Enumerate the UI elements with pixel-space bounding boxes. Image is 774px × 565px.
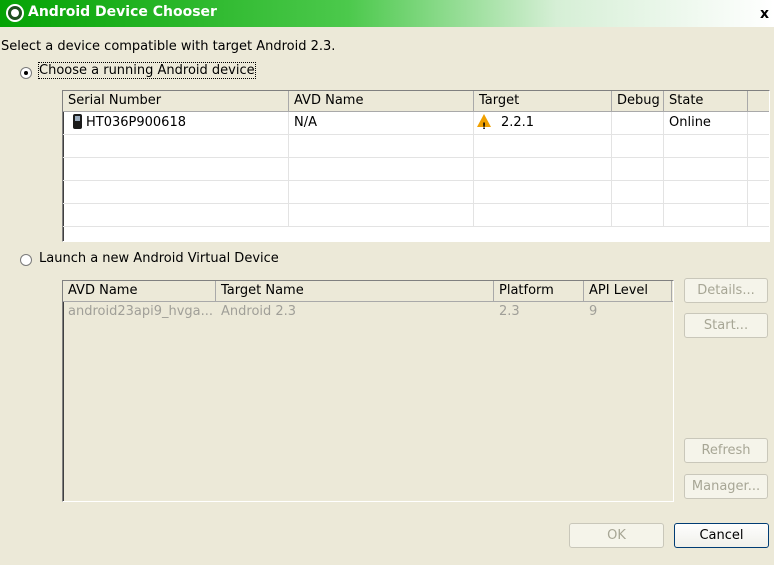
column-header[interactable]: Debug	[612, 91, 664, 111]
platform-cell: 2.3	[499, 304, 520, 319]
column-header[interactable]: State	[664, 91, 748, 111]
debug-cell	[612, 112, 664, 134]
table-header: Serial Number AVD Name Target Debug Stat…	[63, 91, 769, 112]
gear-icon	[6, 4, 24, 22]
intro-text: Select a device compatible with target A…	[1, 39, 336, 54]
table-row[interactable]: HT036P900618 N/A 2.2.1 Online	[63, 112, 769, 138]
avd-name-cell: android23api9_hvga...	[68, 304, 214, 319]
refresh-button[interactable]: Refresh	[684, 438, 768, 463]
avd-name-cell: N/A	[289, 112, 474, 134]
details-button[interactable]: Details...	[684, 278, 768, 303]
table-header: AVD Name Target Name Platform API Level	[63, 281, 673, 302]
target-cell: 2.2.1	[474, 112, 612, 138]
column-header[interactable]: Serial Number	[63, 91, 289, 111]
warning-icon	[477, 114, 491, 138]
ok-button[interactable]: OK	[569, 523, 664, 548]
launch-avd-radio-label[interactable]: Launch a new Android Virtual Device	[39, 251, 279, 266]
phone-icon	[73, 114, 82, 129]
state-cell: Online	[664, 112, 748, 134]
column-header[interactable]: API Level	[584, 281, 672, 301]
running-devices-table: Serial Number AVD Name Target Debug Stat…	[62, 90, 770, 242]
running-device-radio-label[interactable]: Choose a running Android device	[38, 62, 256, 79]
table-row	[63, 135, 769, 158]
table-row	[63, 181, 769, 204]
launch-avd-radio[interactable]	[20, 254, 32, 266]
column-header[interactable]: Target Name	[216, 281, 494, 301]
table-row[interactable]: android23api9_hvga... Android 2.3 2.3 9	[63, 301, 673, 323]
target-version: 2.2.1	[501, 115, 535, 130]
target-name-cell: Android 2.3	[221, 304, 297, 319]
serial-cell: HT036P900618	[63, 112, 289, 134]
avd-table: AVD Name Target Name Platform API Level …	[62, 280, 674, 502]
window-title: Android Device Chooser	[28, 4, 217, 20]
table-row	[63, 204, 769, 227]
cancel-button[interactable]: Cancel	[674, 523, 769, 548]
close-button[interactable]: x	[760, 6, 774, 22]
title-bar: Android Device Chooser x	[0, 0, 774, 27]
column-header[interactable]: Target	[474, 91, 612, 111]
api-level-cell: 9	[589, 304, 598, 319]
table-row	[63, 158, 769, 181]
column-header[interactable]: Platform	[494, 281, 584, 301]
serial-number: HT036P900618	[86, 115, 186, 130]
start-button[interactable]: Start...	[684, 313, 768, 338]
manager-button[interactable]: Manager...	[684, 474, 768, 499]
column-header[interactable]: AVD Name	[63, 281, 216, 301]
column-header[interactable]: AVD Name	[289, 91, 474, 111]
running-device-radio[interactable]	[20, 67, 32, 79]
